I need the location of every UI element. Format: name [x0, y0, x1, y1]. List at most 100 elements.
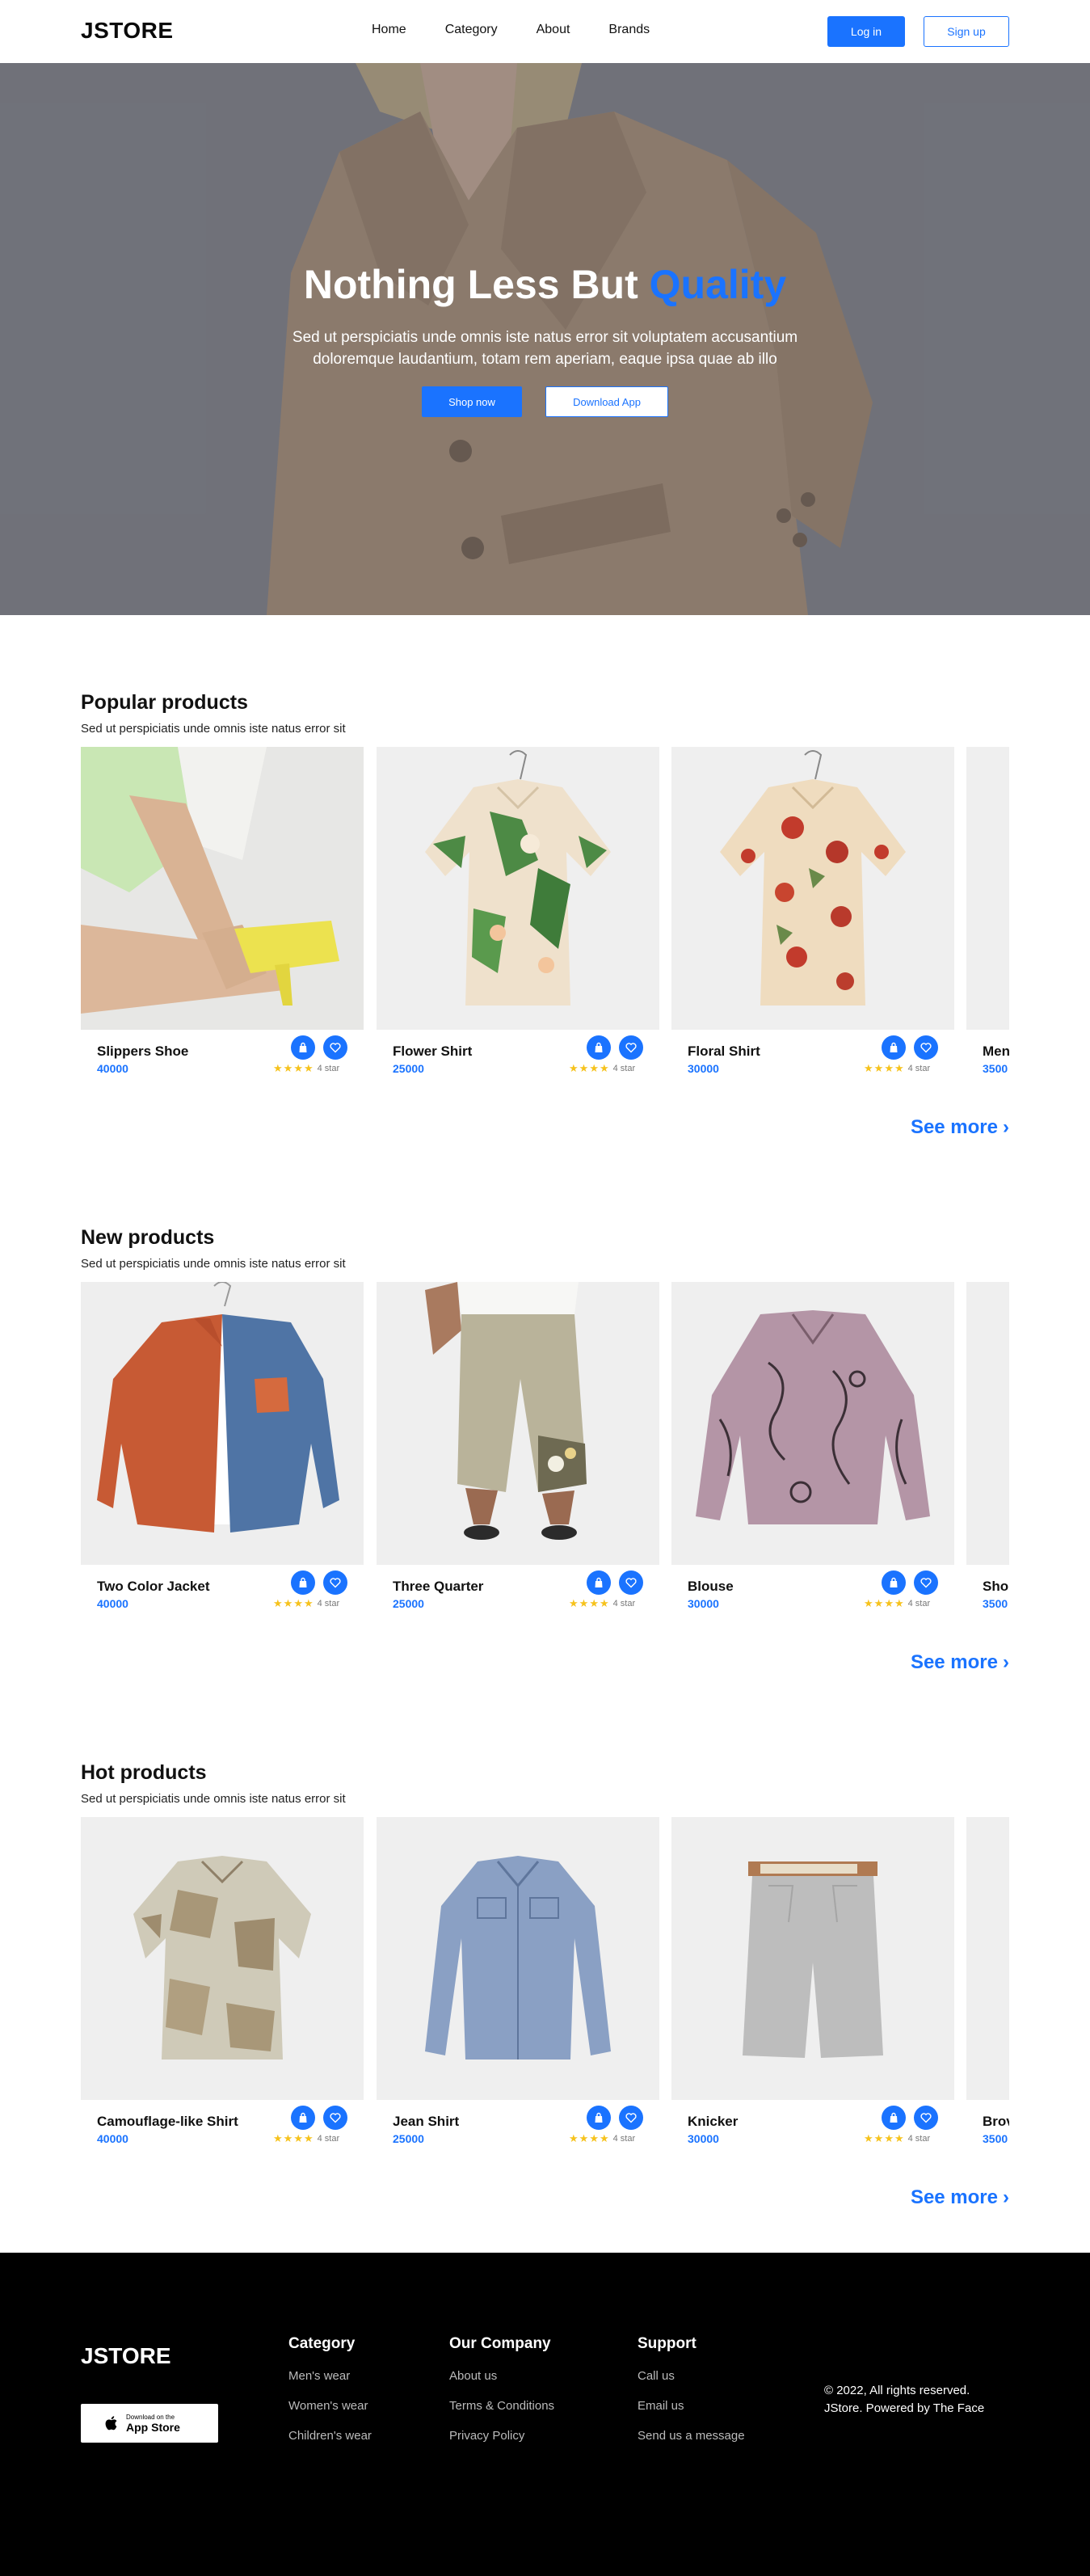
product-card[interactable]: Camouflage-like Shirt 40000 ★ ★ ★ ★ 4 star	[81, 1817, 364, 2157]
star-icon: ★	[599, 1597, 609, 1609]
wishlist-button[interactable]	[914, 2106, 938, 2130]
product-price: 40000	[97, 2132, 128, 2145]
wishlist-button[interactable]	[619, 1035, 643, 1060]
product-card[interactable]: Flower Shirt 25000 ★ ★ ★ ★ 4 star	[377, 747, 659, 1086]
product-image[interactable]	[671, 1817, 954, 2100]
star-icon: ★	[293, 1062, 303, 1074]
product-card[interactable]: Men 3500	[966, 747, 1009, 1086]
star-icon: ★	[303, 2132, 314, 2144]
wishlist-button[interactable]	[323, 1570, 347, 1595]
footer-link[interactable]: Email us	[638, 2399, 745, 2413]
nav-category[interactable]: Category	[445, 23, 498, 37]
product-price: 3500	[983, 2132, 1008, 2145]
product-image[interactable]	[966, 1282, 1009, 1565]
product-image[interactable]	[81, 1817, 364, 2100]
product-image[interactable]	[81, 747, 364, 1030]
footer-link[interactable]: Terms & Conditions	[449, 2399, 554, 2413]
product-card[interactable]: Floral Shirt 30000 ★ ★ ★ ★ 4 star	[671, 747, 954, 1086]
logo[interactable]: JSTORE	[81, 18, 174, 44]
product-name: Slippers Shoe	[97, 1043, 189, 1059]
product-card[interactable]: Brov 3500	[966, 1817, 1009, 2157]
hero-banner: Nothing Less But Quality Sed ut perspici…	[0, 63, 1090, 615]
nav-brands[interactable]: Brands	[608, 23, 650, 37]
star-icon: ★	[579, 1597, 589, 1609]
wishlist-button[interactable]	[914, 1035, 938, 1060]
product-card[interactable]: Sho 3500	[966, 1282, 1009, 1621]
product-image[interactable]	[377, 747, 659, 1030]
download-app-button[interactable]: Download App	[545, 386, 668, 417]
add-to-bag-button[interactable]	[882, 2106, 906, 2130]
product-card[interactable]: Jean Shirt 25000 ★ ★ ★ ★ 4 star	[377, 1817, 659, 2157]
footer-col-title: Our Company	[449, 2335, 551, 2352]
section-subtitle: Sed ut perspiciatis unde omnis iste natu…	[81, 1257, 346, 1271]
product-price: 40000	[97, 1062, 128, 1075]
copyright-line: © 2022, All rights reserved.	[824, 2384, 970, 2397]
nav-about[interactable]: About	[537, 23, 570, 37]
product-row: Slippers Shoe 40000 ★ ★ ★ ★ 4 star Flowe…	[81, 747, 1009, 1086]
footer-link[interactable]: Send us a message	[638, 2429, 745, 2443]
section-title: Popular products	[81, 691, 248, 714]
star-icon: ★	[864, 1062, 873, 1074]
see-more-link[interactable]: See more ›	[911, 1116, 1009, 1139]
star-icon: ★	[884, 2132, 894, 2144]
add-to-bag-button[interactable]	[882, 1570, 906, 1595]
footer-link[interactable]: Men's wear	[288, 2369, 372, 2383]
star-icon: ★	[589, 1062, 599, 1074]
product-image[interactable]	[671, 1282, 954, 1565]
copyright: © 2022, All rights reserved. JStore. Pow…	[824, 2382, 1018, 2418]
add-to-bag-button[interactable]	[587, 2106, 611, 2130]
footer-logo[interactable]: JSTORE	[81, 2343, 171, 2369]
footer-link[interactable]: Children's wear	[288, 2429, 372, 2443]
chevron-right-icon: ›	[1003, 2186, 1009, 2208]
product-name: Sho	[983, 1579, 1009, 1594]
navbar: JSTORE Home Category About Brands Log in…	[0, 0, 1090, 63]
product-image[interactable]	[81, 1282, 364, 1565]
shopping-bag-icon	[890, 1577, 898, 1587]
star-icon: ★	[894, 2132, 904, 2144]
product-image[interactable]	[377, 1817, 659, 2100]
product-card[interactable]: Slippers Shoe 40000 ★ ★ ★ ★ 4 star	[81, 747, 364, 1086]
wishlist-button[interactable]	[914, 1570, 938, 1595]
footer-link[interactable]: Privacy Policy	[449, 2429, 554, 2443]
product-card[interactable]: Three Quarter 25000 ★ ★ ★ ★ 4 star	[377, 1282, 659, 1621]
login-button[interactable]: Log in	[827, 16, 905, 47]
add-to-bag-button[interactable]	[587, 1035, 611, 1060]
product-image[interactable]	[671, 747, 954, 1030]
product-card[interactable]: Two Color Jacket 40000 ★ ★ ★ ★ 4 star	[81, 1282, 364, 1621]
footer-link[interactable]: About us	[449, 2369, 554, 2383]
product-image[interactable]	[377, 1282, 659, 1565]
heart-icon	[920, 1578, 932, 1588]
product-card[interactable]: Blouse 30000 ★ ★ ★ ★ 4 star	[671, 1282, 954, 1621]
star-icon: ★	[283, 1597, 293, 1609]
nav-home[interactable]: Home	[372, 23, 406, 37]
see-more-link[interactable]: See more ›	[911, 1651, 1009, 1674]
see-more-label: See more	[910, 1116, 998, 1138]
app-store-badge[interactable]: Download on the App Store	[81, 2404, 218, 2443]
footer-link[interactable]: Call us	[638, 2369, 745, 2383]
add-to-bag-button[interactable]	[291, 1035, 315, 1060]
star-rating: ★ ★ ★ ★ 4 star	[273, 1598, 339, 1608]
wishlist-button[interactable]	[619, 1570, 643, 1595]
section-title: Hot products	[81, 1761, 207, 1784]
shop-now-button[interactable]: Shop now	[422, 386, 522, 417]
star-icon: ★	[599, 2132, 609, 2144]
see-more-link[interactable]: See more ›	[911, 2186, 1009, 2209]
wishlist-button[interactable]	[323, 2106, 347, 2130]
section-subtitle: Sed ut perspiciatis unde omnis iste natu…	[81, 1792, 346, 1806]
star-icon: ★	[579, 2132, 589, 2144]
heart-icon	[625, 1578, 637, 1588]
wishlist-button[interactable]	[323, 1035, 347, 1060]
hero-subtitle: Sed ut perspiciatis unde omnis iste natu…	[292, 329, 798, 368]
product-row: Two Color Jacket 40000 ★ ★ ★ ★ 4 star Th…	[81, 1282, 1009, 1621]
star-rating: ★ ★ ★ ★ 4 star	[569, 1598, 635, 1608]
signup-button[interactable]: Sign up	[924, 16, 1009, 47]
product-image[interactable]	[966, 1817, 1009, 2100]
footer-link[interactable]: Women's wear	[288, 2399, 372, 2413]
add-to-bag-button[interactable]	[291, 2106, 315, 2130]
product-image[interactable]	[966, 747, 1009, 1030]
add-to-bag-button[interactable]	[882, 1035, 906, 1060]
wishlist-button[interactable]	[619, 2106, 643, 2130]
add-to-bag-button[interactable]	[291, 1570, 315, 1595]
product-card[interactable]: Knicker 30000 ★ ★ ★ ★ 4 star	[671, 1817, 954, 2157]
add-to-bag-button[interactable]	[587, 1570, 611, 1595]
